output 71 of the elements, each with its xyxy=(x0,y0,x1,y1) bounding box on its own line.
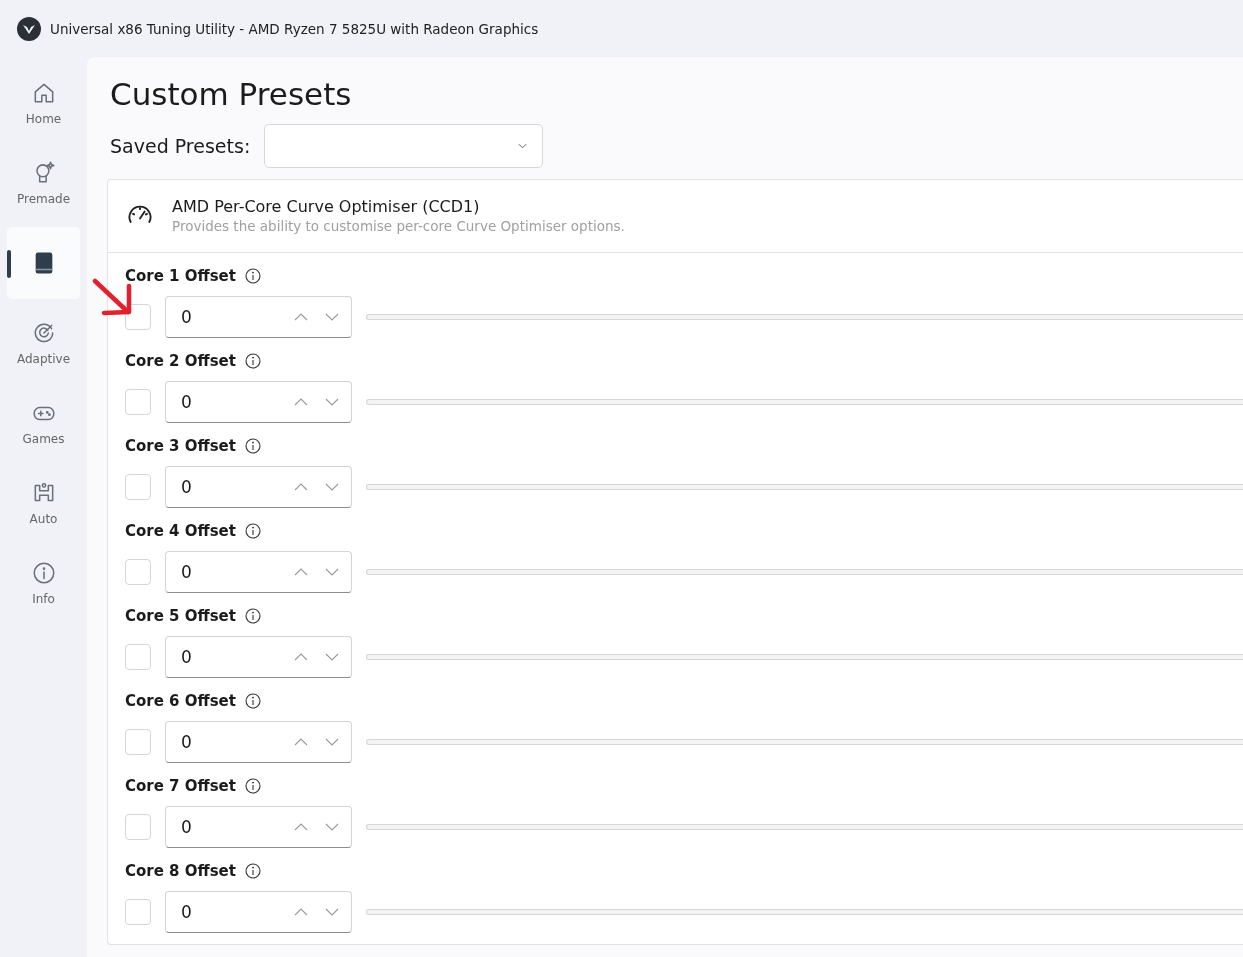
info-icon xyxy=(244,863,261,879)
info-icon xyxy=(244,523,261,539)
checkbox[interactable] xyxy=(125,899,151,925)
chevron-up-icon[interactable] xyxy=(294,568,308,576)
slider-track[interactable] xyxy=(366,314,1243,320)
core-offset-label: Core 5 Offset xyxy=(125,607,236,625)
chevron-down-icon[interactable] xyxy=(325,398,339,406)
chevron-down-icon[interactable] xyxy=(325,908,339,916)
info-icon xyxy=(244,693,261,709)
chevron-up-icon[interactable] xyxy=(294,908,308,916)
slider-track[interactable] xyxy=(366,484,1243,490)
window-title: Universal x86 Tuning Utility - AMD Ryzen 7 5825U with Radeon Graphics xyxy=(50,20,539,37)
number-input[interactable]: 0 xyxy=(165,296,352,338)
core-offset-label: Core 1 Offset xyxy=(125,267,236,285)
chevron-down-icon[interactable] xyxy=(325,823,339,831)
slider-track[interactable] xyxy=(366,654,1243,660)
checkbox[interactable] xyxy=(125,729,151,755)
checkbox[interactable] xyxy=(125,389,151,415)
core-offset-label: Core 2 Offset xyxy=(125,352,236,370)
number-input[interactable]: 0 xyxy=(165,806,352,848)
page-title: Custom Presets xyxy=(110,75,353,114)
chevron-down-icon xyxy=(517,142,529,150)
nav-item[interactable]: Premade xyxy=(7,143,80,223)
chevron-up-icon[interactable] xyxy=(294,398,308,406)
nav-item[interactable]: Home xyxy=(7,63,80,143)
app-logo-icon xyxy=(17,16,41,41)
nav-item[interactable]: Info xyxy=(7,543,80,623)
info-icon xyxy=(244,608,261,624)
number-input[interactable]: 0 xyxy=(165,721,352,763)
chevron-down-icon[interactable] xyxy=(325,483,339,491)
core-offset-label: Core 6 Offset xyxy=(125,692,236,710)
saved-presets-label: Saved Presets: xyxy=(110,135,251,157)
chevron-down-icon[interactable] xyxy=(325,738,339,746)
slider-track[interactable] xyxy=(366,909,1243,915)
core-offset-label: Core 8 Offset xyxy=(125,862,236,880)
info-icon xyxy=(244,438,261,454)
chevron-up-icon[interactable] xyxy=(294,483,308,491)
presets-dropdown[interactable] xyxy=(264,124,544,168)
slider-track[interactable] xyxy=(366,399,1243,405)
core-offset-label: Core 4 Offset xyxy=(125,522,236,540)
number-input[interactable]: 0 xyxy=(165,636,352,678)
core-offset-label: Core 3 Offset xyxy=(125,437,236,455)
number-input[interactable]: 0 xyxy=(165,466,352,508)
checkbox[interactable] xyxy=(125,474,151,500)
core-offset-label: Core 7 Offset xyxy=(125,777,236,795)
slider-track[interactable] xyxy=(366,569,1243,575)
chevron-up-icon[interactable] xyxy=(294,653,308,661)
info-icon xyxy=(244,353,261,369)
info-icon xyxy=(244,268,261,284)
slider-track[interactable] xyxy=(366,739,1243,745)
checkbox[interactable] xyxy=(125,644,151,670)
checkbox[interactable] xyxy=(125,814,151,840)
section-description: Provides the ability to customise per-core Curve Optimiser options. xyxy=(172,217,625,234)
chevron-up-icon[interactable] xyxy=(294,313,308,321)
number-input[interactable]: 0 xyxy=(165,551,352,593)
number-input[interactable]: 0 xyxy=(165,381,352,423)
nav-item[interactable]: Games xyxy=(7,383,80,463)
chevron-up-icon[interactable] xyxy=(294,738,308,746)
nav-item[interactable]: Auto xyxy=(7,463,80,543)
checkbox[interactable] xyxy=(125,304,151,330)
slider-track[interactable] xyxy=(366,824,1243,830)
checkbox[interactable] xyxy=(125,559,151,585)
chevron-down-icon[interactable] xyxy=(325,313,339,321)
nav-item[interactable]: Adaptive xyxy=(7,303,80,383)
info-icon xyxy=(244,778,261,794)
nav-item[interactable] xyxy=(7,227,80,299)
chevron-down-icon[interactable] xyxy=(325,653,339,661)
section-title: AMD Per-Core Curve Optimiser (CCD1) xyxy=(172,196,481,216)
chevron-up-icon[interactable] xyxy=(294,823,308,831)
number-input[interactable]: 0 xyxy=(165,891,352,933)
chevron-down-icon[interactable] xyxy=(325,568,339,576)
